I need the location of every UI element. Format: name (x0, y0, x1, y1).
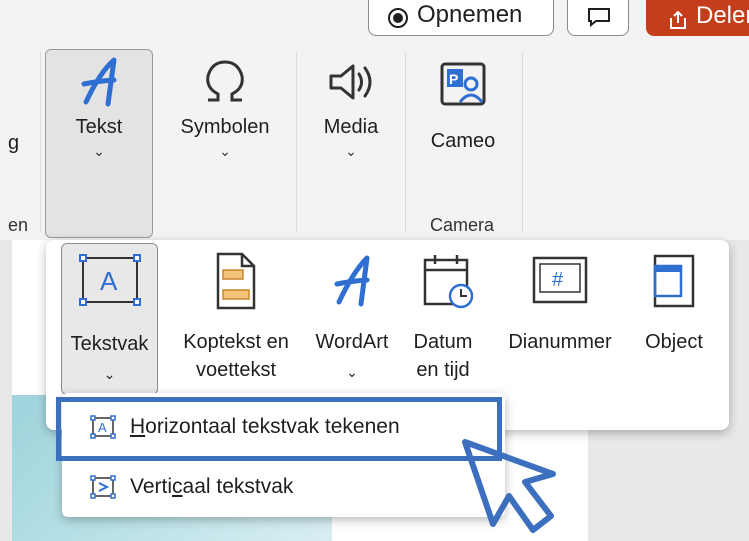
datum-label-1: Datum (413, 331, 473, 353)
dianummer-label: Dianummer (508, 331, 612, 353)
tekstvak-content: A Tekstvak ⌄ (61, 252, 158, 388)
svg-text:#: # (552, 269, 564, 291)
omega-icon (206, 60, 244, 102)
share-icon (670, 10, 686, 29)
menu-item-vertical-textbox[interactable]: Verticaal tekstvak (62, 459, 505, 515)
chevron-down-icon: ⌄ (219, 143, 231, 159)
symbolen-label: Symbolen (180, 116, 270, 138)
cursor-icon (462, 439, 556, 533)
datum-label-2: en tijd (416, 359, 470, 381)
object-icon (653, 254, 695, 308)
object-button[interactable]: Object (634, 252, 714, 356)
cameo-icon: P (440, 62, 486, 106)
share-label: Delen (696, 2, 749, 29)
ribbon-divider (405, 52, 406, 232)
datum-button[interactable]: Datum en tijd (400, 252, 486, 384)
koptekst-label-2: voettekst (195, 359, 277, 381)
slide-number-icon: # (532, 256, 588, 304)
highlight-box (56, 397, 502, 461)
cameo-button[interactable]: P Cameo (418, 60, 508, 153)
chevron-down-icon: ⌄ (346, 364, 358, 380)
camera-group-label: Camera (430, 215, 495, 235)
header-footer-icon (216, 252, 256, 310)
media-label: Media (323, 116, 379, 138)
record-button[interactable]: Opnemen (368, 0, 554, 36)
tekst-button-content: Tekst ⌄ (45, 54, 153, 160)
tekstvak-label: Tekstvak (70, 333, 149, 355)
svg-text:P: P (449, 71, 458, 87)
record-label: Opnemen (417, 1, 523, 28)
dianummer-button[interactable]: # Dianummer (492, 252, 628, 356)
ribbon-partial-group: en (8, 215, 29, 235)
ribbon-divider (522, 52, 523, 232)
vertical-textbox-label: Verticaal tekstvak (130, 475, 294, 498)
ribbon-divider (40, 52, 41, 232)
svg-text:A: A (100, 266, 118, 296)
comment-button[interactable] (567, 0, 629, 36)
object-label: Object (645, 331, 703, 353)
wordart-a-icon (334, 255, 370, 307)
chevron-down-icon: ⌄ (103, 366, 116, 382)
ribbon-partial-label: g (8, 132, 20, 154)
vertical-textbox-icon (90, 475, 116, 499)
media-button[interactable]: Media ⌄ (306, 54, 396, 160)
koptekst-button[interactable]: Koptekst en voettekst (166, 252, 306, 384)
koptekst-label-1: Koptekst en (183, 331, 289, 353)
chevron-down-icon: ⌄ (345, 143, 357, 159)
comment-icon (588, 8, 610, 27)
share-button[interactable]: Delen (646, 0, 749, 36)
cameo-label: Cameo (430, 130, 496, 152)
wordart-button[interactable]: WordArt ⌄ (306, 252, 398, 386)
symbolen-button[interactable]: Symbolen ⌄ (165, 54, 285, 160)
wordart-a-icon (81, 57, 117, 107)
ribbon-divider (296, 52, 297, 232)
chevron-down-icon: ⌄ (93, 143, 105, 159)
tekst-label: Tekst (75, 116, 123, 138)
textbox-icon: A (78, 254, 141, 306)
calendar-clock-icon (423, 255, 474, 309)
speaker-icon (329, 64, 372, 100)
wordart-label: WordArt (315, 331, 389, 353)
record-icon (388, 8, 408, 28)
